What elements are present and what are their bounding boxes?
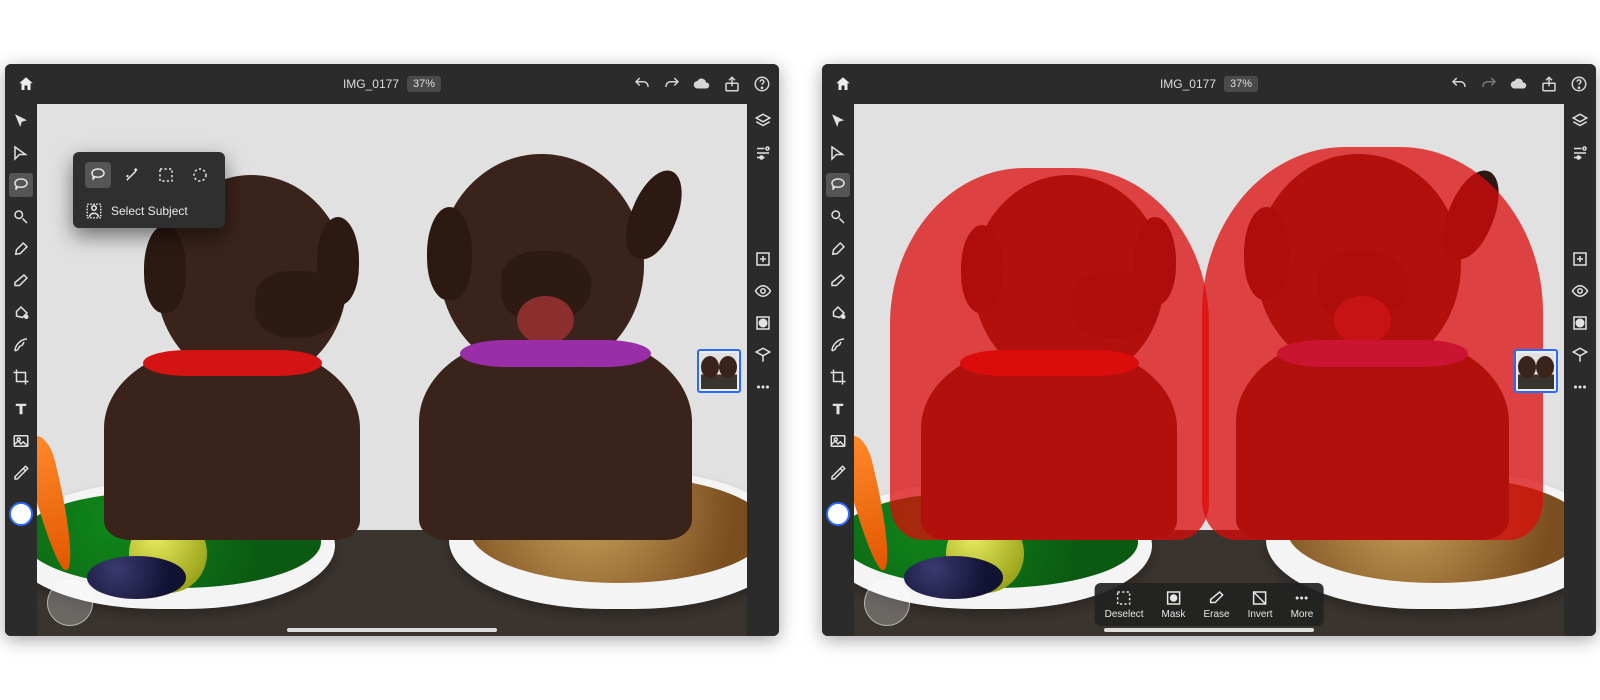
touch-nav-ring[interactable] <box>864 580 910 626</box>
document-image <box>854 104 1564 636</box>
transform-tool-icon[interactable] <box>12 144 30 162</box>
type-tool-icon[interactable] <box>12 400 30 418</box>
magic-wand-option-icon[interactable] <box>119 162 145 188</box>
gradient-tool-icon[interactable] <box>829 336 847 354</box>
redo-icon[interactable] <box>663 75 681 93</box>
properties-panel-icon[interactable] <box>1571 144 1589 162</box>
fx-icon[interactable] <box>1571 346 1589 364</box>
place-image-tool-icon[interactable] <box>12 432 30 450</box>
select-subject-button[interactable]: Select Subject <box>83 198 215 220</box>
quick-select-tool-icon[interactable] <box>12 208 30 226</box>
canvas[interactable]: Deselect Mask Erase Invert <box>854 104 1564 636</box>
fill-tool-icon[interactable] <box>12 304 30 322</box>
transform-tool-icon[interactable] <box>829 144 847 162</box>
crop-tool-icon[interactable] <box>829 368 847 386</box>
share-icon[interactable] <box>1540 75 1558 93</box>
home-indicator <box>287 628 497 632</box>
redo-icon[interactable] <box>1480 75 1498 93</box>
deselect-button[interactable]: Deselect <box>1105 589 1144 620</box>
move-tool-icon[interactable] <box>829 112 847 130</box>
document-title: IMG_0177 <box>343 77 399 91</box>
help-icon[interactable] <box>1570 75 1588 93</box>
undo-icon[interactable] <box>1450 75 1468 93</box>
right-toolbar <box>1564 104 1596 636</box>
cloud-sync-icon[interactable] <box>1510 75 1528 93</box>
brush-tool-icon[interactable] <box>12 240 30 258</box>
select-subject-label: Select Subject <box>111 204 188 218</box>
more-icon[interactable] <box>1571 378 1589 396</box>
undo-icon[interactable] <box>633 75 651 93</box>
eyedropper-tool-icon[interactable] <box>829 464 847 482</box>
crop-tool-icon[interactable] <box>12 368 30 386</box>
app-window-left: IMG_0177 37% <box>5 64 779 636</box>
right-toolbar <box>747 104 779 636</box>
layers-panel-icon[interactable] <box>754 112 772 130</box>
document-title: IMG_0177 <box>1160 77 1216 91</box>
top-bar: IMG_0177 37% <box>822 64 1596 104</box>
lasso-tool-icon[interactable] <box>826 173 850 197</box>
rect-marquee-option-icon[interactable] <box>153 162 179 188</box>
foreground-color-swatch[interactable] <box>9 502 33 526</box>
brush-tool-icon[interactable] <box>829 240 847 258</box>
invert-button[interactable]: Invert <box>1248 589 1273 620</box>
more-button[interactable]: More <box>1291 589 1314 620</box>
cloud-sync-icon[interactable] <box>693 75 711 93</box>
visibility-icon[interactable] <box>1571 282 1589 300</box>
fill-tool-icon[interactable] <box>829 304 847 322</box>
touch-nav-ring[interactable] <box>47 580 93 626</box>
visibility-icon[interactable] <box>754 282 772 300</box>
type-tool-icon[interactable] <box>829 400 847 418</box>
zoom-level[interactable]: 37% <box>407 76 441 92</box>
layer-thumbnail[interactable] <box>1514 349 1558 393</box>
help-icon[interactable] <box>753 75 771 93</box>
home-icon[interactable] <box>5 75 35 93</box>
gradient-tool-icon[interactable] <box>12 336 30 354</box>
foreground-color-swatch[interactable] <box>826 502 850 526</box>
home-indicator <box>1104 628 1314 632</box>
lasso-option-icon[interactable] <box>85 162 111 188</box>
quick-select-tool-icon[interactable] <box>829 208 847 226</box>
app-window-right: IMG_0177 37% <box>822 64 1596 636</box>
mask-icon[interactable] <box>754 314 772 332</box>
top-bar: IMG_0177 37% <box>5 64 779 104</box>
mask-icon[interactable] <box>1571 314 1589 332</box>
place-image-tool-icon[interactable] <box>829 432 847 450</box>
share-icon[interactable] <box>723 75 741 93</box>
zoom-level[interactable]: 37% <box>1224 76 1258 92</box>
layers-panel-icon[interactable] <box>1571 112 1589 130</box>
canvas[interactable]: Select Subject <box>37 104 747 636</box>
left-toolbar <box>5 104 37 636</box>
more-icon[interactable] <box>754 378 772 396</box>
add-layer-icon[interactable] <box>1571 250 1589 268</box>
fx-icon[interactable] <box>754 346 772 364</box>
eyedropper-tool-icon[interactable] <box>12 464 30 482</box>
properties-panel-icon[interactable] <box>754 144 772 162</box>
move-tool-icon[interactable] <box>12 112 30 130</box>
eraser-tool-icon[interactable] <box>12 272 30 290</box>
left-toolbar <box>822 104 854 636</box>
ellipse-marquee-option-icon[interactable] <box>187 162 213 188</box>
lasso-tool-icon[interactable] <box>9 173 33 197</box>
add-layer-icon[interactable] <box>754 250 772 268</box>
lasso-flyout: Select Subject <box>73 152 225 228</box>
eraser-tool-icon[interactable] <box>829 272 847 290</box>
mask-button[interactable]: Mask <box>1162 589 1186 620</box>
selection-action-toolbar: Deselect Mask Erase Invert <box>1095 583 1324 626</box>
erase-button[interactable]: Erase <box>1203 589 1229 620</box>
layer-thumbnail[interactable] <box>697 349 741 393</box>
home-icon[interactable] <box>822 75 852 93</box>
